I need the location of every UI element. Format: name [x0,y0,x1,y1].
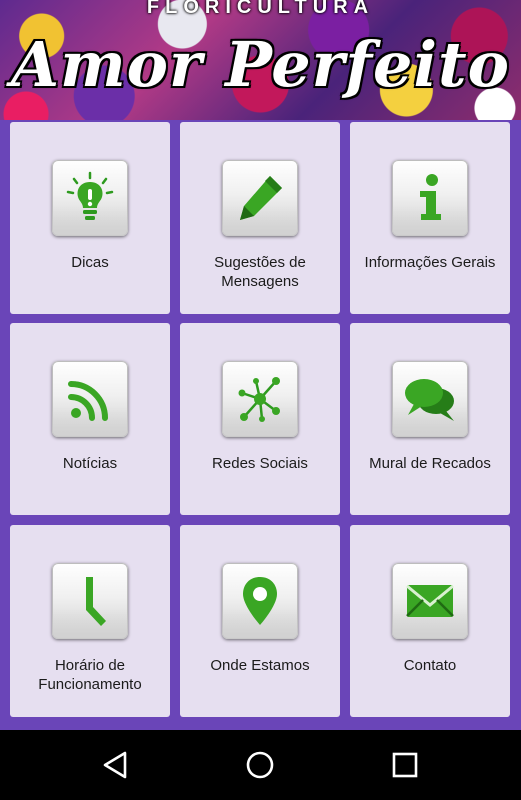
tile-label: Redes Sociais [212,455,308,472]
tile-informacoes-gerais[interactable]: Informações Gerais [350,122,510,314]
rss-icon [52,361,128,437]
android-nav-bar [0,730,521,800]
header-banner: FLORICULTURA Amor Perfeito [0,0,521,120]
tile-onde-estamos[interactable]: Onde Estamos [180,525,340,717]
clock-icon [52,563,128,639]
tile-label: Horário de Funcionamento [38,657,142,693]
tile-noticias[interactable]: Notícias [10,323,170,515]
tile-label: Sugestões de Mensagens [214,254,306,290]
lightbulb-icon [52,160,128,236]
home-icon[interactable] [245,750,275,780]
tile-label: Dicas [71,254,109,271]
banner-title: Amor Perfeito [10,28,511,101]
tile-horario-funcionamento[interactable]: Horário de Funcionamento [10,525,170,717]
chat-bubbles-icon [392,361,468,437]
pencil-icon [222,160,298,236]
info-icon [392,160,468,236]
tile-redes-sociais[interactable]: Redes Sociais [180,323,340,515]
tile-mural-recados[interactable]: Mural de Recados [350,323,510,515]
tile-dicas[interactable]: Dicas [10,122,170,314]
network-icon [222,361,298,437]
recents-icon[interactable] [390,750,420,780]
envelope-icon [392,563,468,639]
tile-contato[interactable]: Contato [350,525,510,717]
menu-grid: Dicas Sugestões de Mensagens Informações… [0,120,521,730]
tile-label: Notícias [62,455,118,472]
tile-label: Contato [403,657,457,674]
back-icon[interactable] [101,750,131,780]
tile-sugestoes-mensagens[interactable]: Sugestões de Mensagens [180,122,340,314]
tile-label: Mural de Recados [369,455,491,472]
tile-label: Informações Gerais [364,254,496,271]
tile-label: Onde Estamos [210,657,310,674]
banner-subtitle: FLORICULTURA [146,0,375,18]
location-pin-icon [222,563,298,639]
